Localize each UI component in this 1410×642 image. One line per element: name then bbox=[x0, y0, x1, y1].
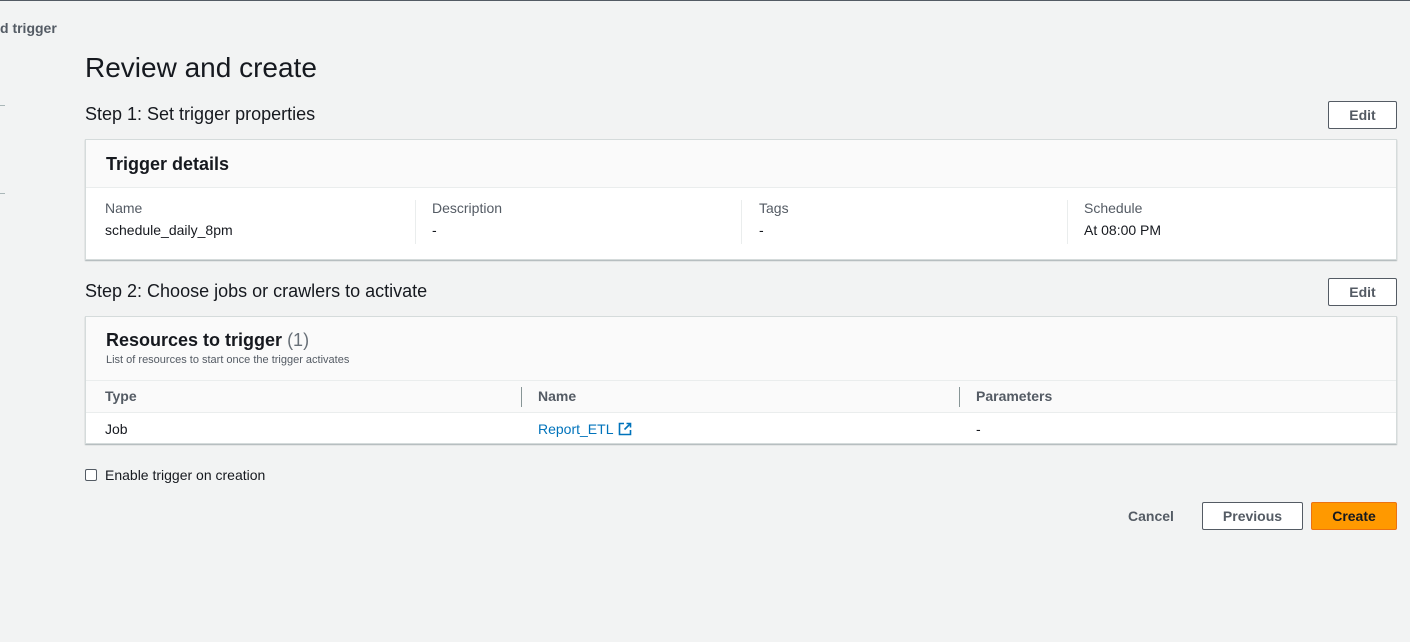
report-etl-link[interactable]: Report_ETL bbox=[538, 421, 632, 437]
field-tags-label: Tags bbox=[759, 200, 789, 216]
column-resizer[interactable] bbox=[959, 387, 960, 407]
field-description-value: - bbox=[432, 222, 437, 238]
trigger-details-header: Trigger details bbox=[86, 140, 1396, 188]
resources-panel: Resources to trigger (1) List of resourc… bbox=[85, 316, 1397, 444]
field-tags-value: - bbox=[759, 222, 764, 238]
field-description: Description - bbox=[432, 200, 502, 246]
step2-heading: Step 2: Choose jobs or crawlers to activ… bbox=[85, 281, 428, 301]
step2-edit-button[interactable]: Edit bbox=[1328, 278, 1397, 306]
column-header-parameters[interactable]: Parameters bbox=[976, 381, 1052, 412]
step1-edit-button[interactable]: Edit bbox=[1328, 101, 1397, 129]
resources-table-header: Type Name Parameters bbox=[86, 381, 1396, 413]
column-header-type[interactable]: Type bbox=[105, 381, 137, 412]
resources-title-text: Resources to trigger bbox=[106, 330, 283, 350]
field-schedule: Schedule At 08:00 PM bbox=[1084, 200, 1161, 246]
create-button[interactable]: Create bbox=[1311, 502, 1397, 530]
sidebar-crumb[interactable]: d trigger bbox=[0, 20, 57, 36]
row-parameters: - bbox=[976, 421, 981, 437]
sidebar-divider bbox=[0, 105, 5, 106]
enable-trigger-label[interactable]: Enable trigger on creation bbox=[105, 467, 265, 483]
row-name-cell: Report_ETL bbox=[538, 421, 632, 437]
column-header-name[interactable]: Name bbox=[538, 381, 576, 412]
step1-heading: Step 1: Set trigger properties bbox=[85, 104, 316, 124]
field-tags: Tags - bbox=[759, 200, 789, 246]
field-divider bbox=[415, 200, 416, 244]
resources-title: Resources to trigger (1) bbox=[106, 330, 309, 351]
top-border bbox=[0, 0, 1410, 1]
field-divider bbox=[1067, 200, 1068, 244]
page-title: Review and create bbox=[85, 52, 317, 83]
field-schedule-label: Schedule bbox=[1084, 200, 1143, 216]
resources-description: List of resources to start once the trig… bbox=[106, 354, 350, 366]
field-name-value: schedule_daily_8pm bbox=[105, 222, 233, 238]
trigger-details-title: Trigger details bbox=[106, 154, 230, 174]
field-divider bbox=[741, 200, 742, 244]
external-link-icon bbox=[618, 422, 632, 436]
sidebar-divider bbox=[0, 193, 5, 194]
column-resizer[interactable] bbox=[521, 387, 522, 407]
row-name: Report_ETL bbox=[538, 421, 614, 437]
trigger-details-panel: Trigger details Name schedule_daily_8pm … bbox=[85, 139, 1397, 260]
resources-header: Resources to trigger (1) List of resourc… bbox=[86, 317, 1396, 381]
previous-button[interactable]: Previous bbox=[1202, 502, 1303, 530]
field-schedule-value: At 08:00 PM bbox=[1084, 222, 1162, 238]
resources-count: (1) bbox=[287, 330, 310, 350]
enable-trigger-option[interactable]: Enable trigger on creation bbox=[85, 467, 265, 483]
row-type: Job bbox=[105, 421, 128, 437]
field-description-label: Description bbox=[432, 200, 503, 216]
enable-trigger-checkbox[interactable] bbox=[85, 469, 97, 481]
table-row: Job Report_ETL - bbox=[86, 413, 1396, 444]
field-name: Name schedule_daily_8pm bbox=[105, 200, 233, 246]
field-name-label: Name bbox=[105, 200, 143, 216]
cancel-button[interactable]: Cancel bbox=[1116, 502, 1186, 530]
